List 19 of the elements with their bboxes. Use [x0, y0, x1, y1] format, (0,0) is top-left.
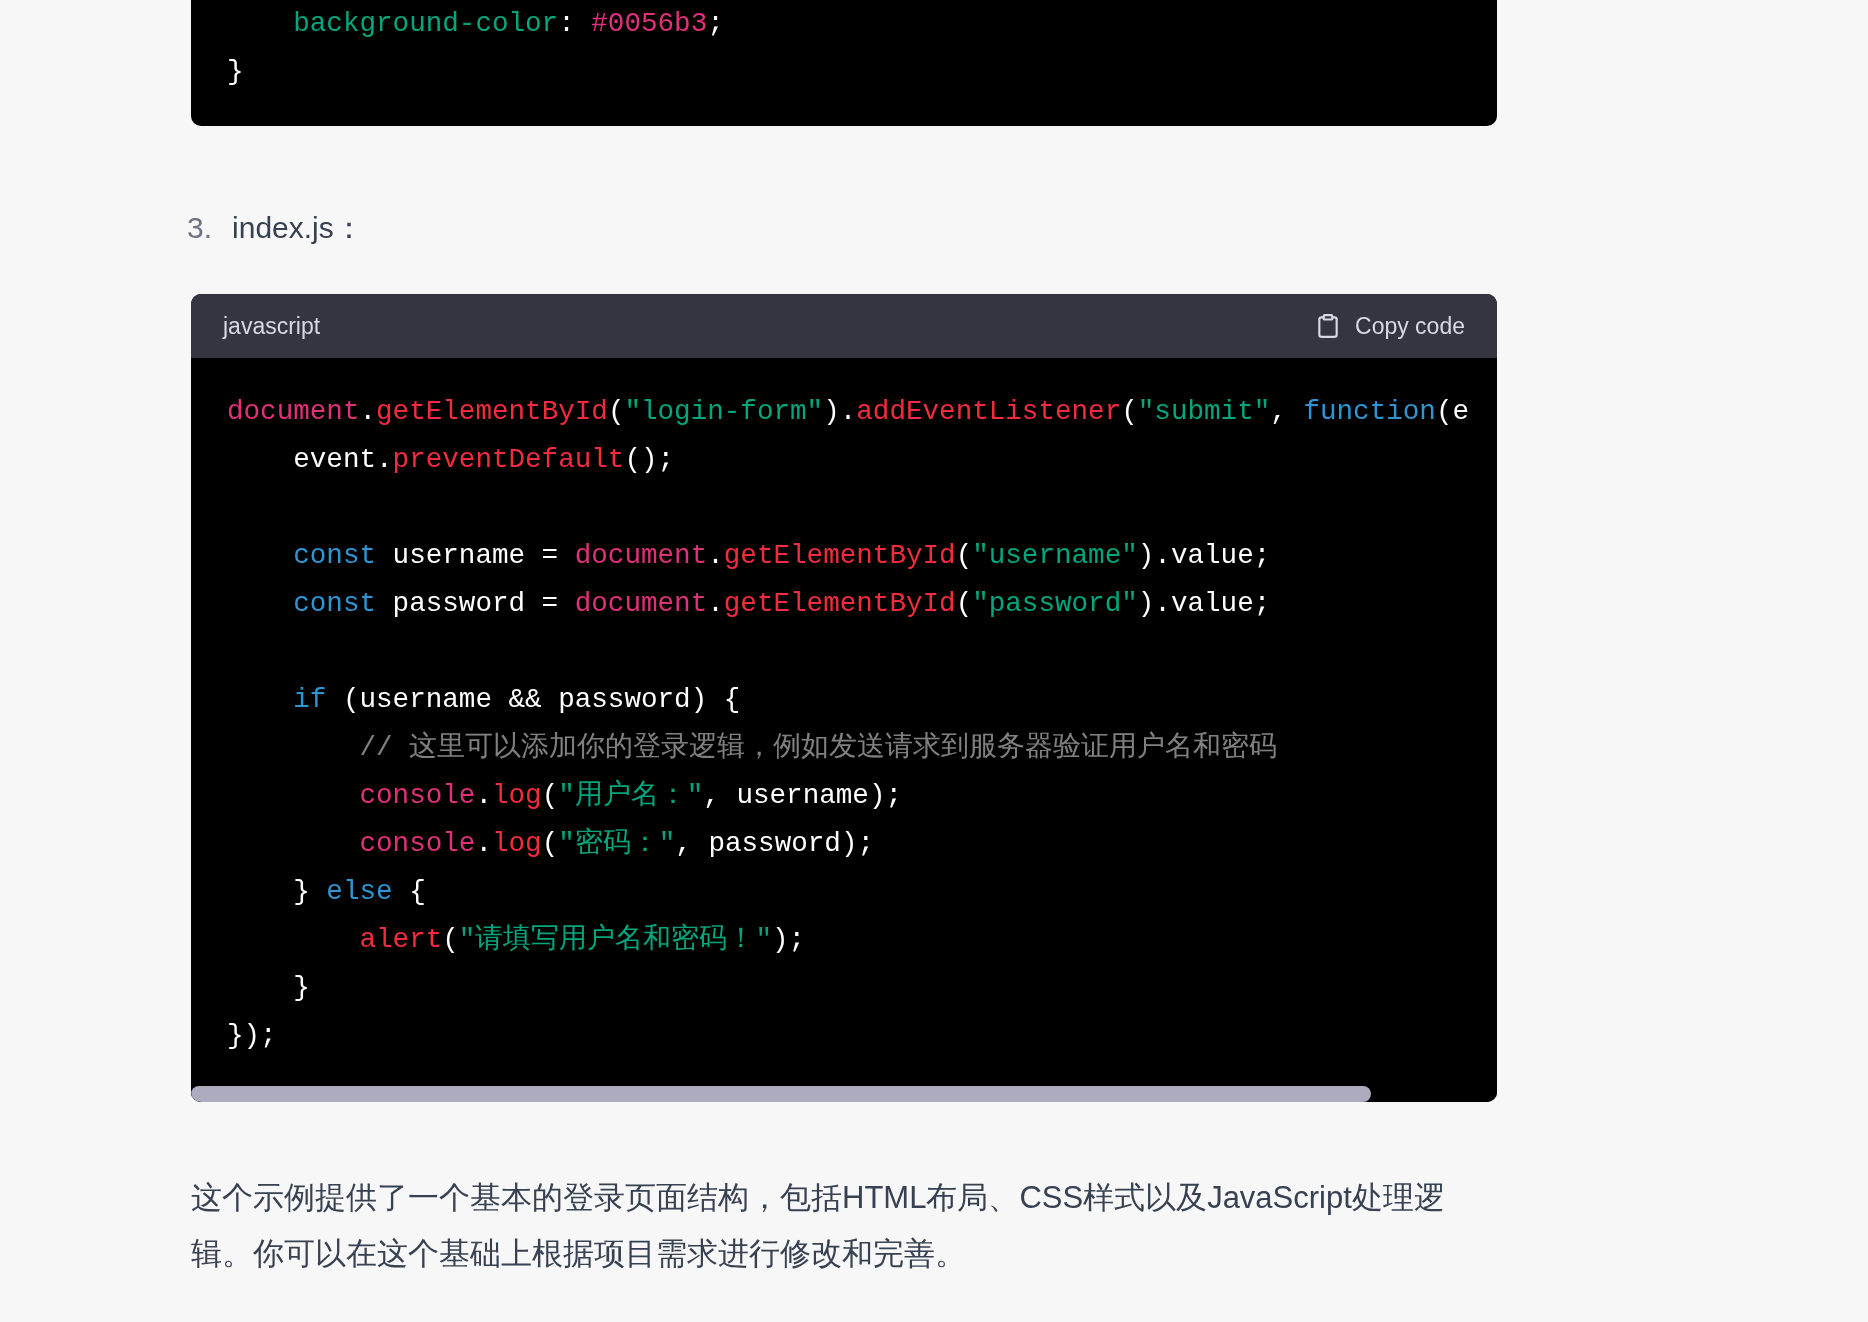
list-number: 3. [187, 211, 213, 245]
code-line: alert("请填写用户名和密码！"); [358, 922, 806, 957]
code-line: } [292, 971, 310, 1005]
code-line: } [227, 55, 244, 89]
code-line: console.log("用户名：", username); [358, 778, 903, 813]
code-line: const password = document.getElementById("password").value; [292, 587, 1271, 621]
code-line: const username = document.getElementById("username").value; [292, 539, 1271, 573]
code-line: // 这里可以添加你的登录逻辑，例如发送请求到服务器验证用户名和密码 [358, 730, 1278, 765]
code-line: event.preventDefault(); [292, 443, 675, 477]
list-item-text: index.js： [232, 210, 364, 246]
code-line: }); [227, 1019, 277, 1053]
code-line: document.getElementById("login-form").addEventListener("submit", function(e [227, 395, 1469, 429]
code-line: background-color: #0056b3; [292, 7, 724, 41]
copy-code-button[interactable]: Copy code [1315, 312, 1465, 340]
code-line: } else { [292, 875, 426, 909]
paragraph: 这个示例提供了一个基本的登录页面结构，包括HTML布局、CSS样式以及JavaScript处理逻辑。你可以在这个基础上根据项目需求进行修改和完善。 [191, 1179, 1446, 1273]
code-line: if (username && password) { [292, 683, 741, 717]
language-label: javascript [223, 312, 321, 340]
code-line: console.log("密码：", password); [358, 826, 875, 861]
